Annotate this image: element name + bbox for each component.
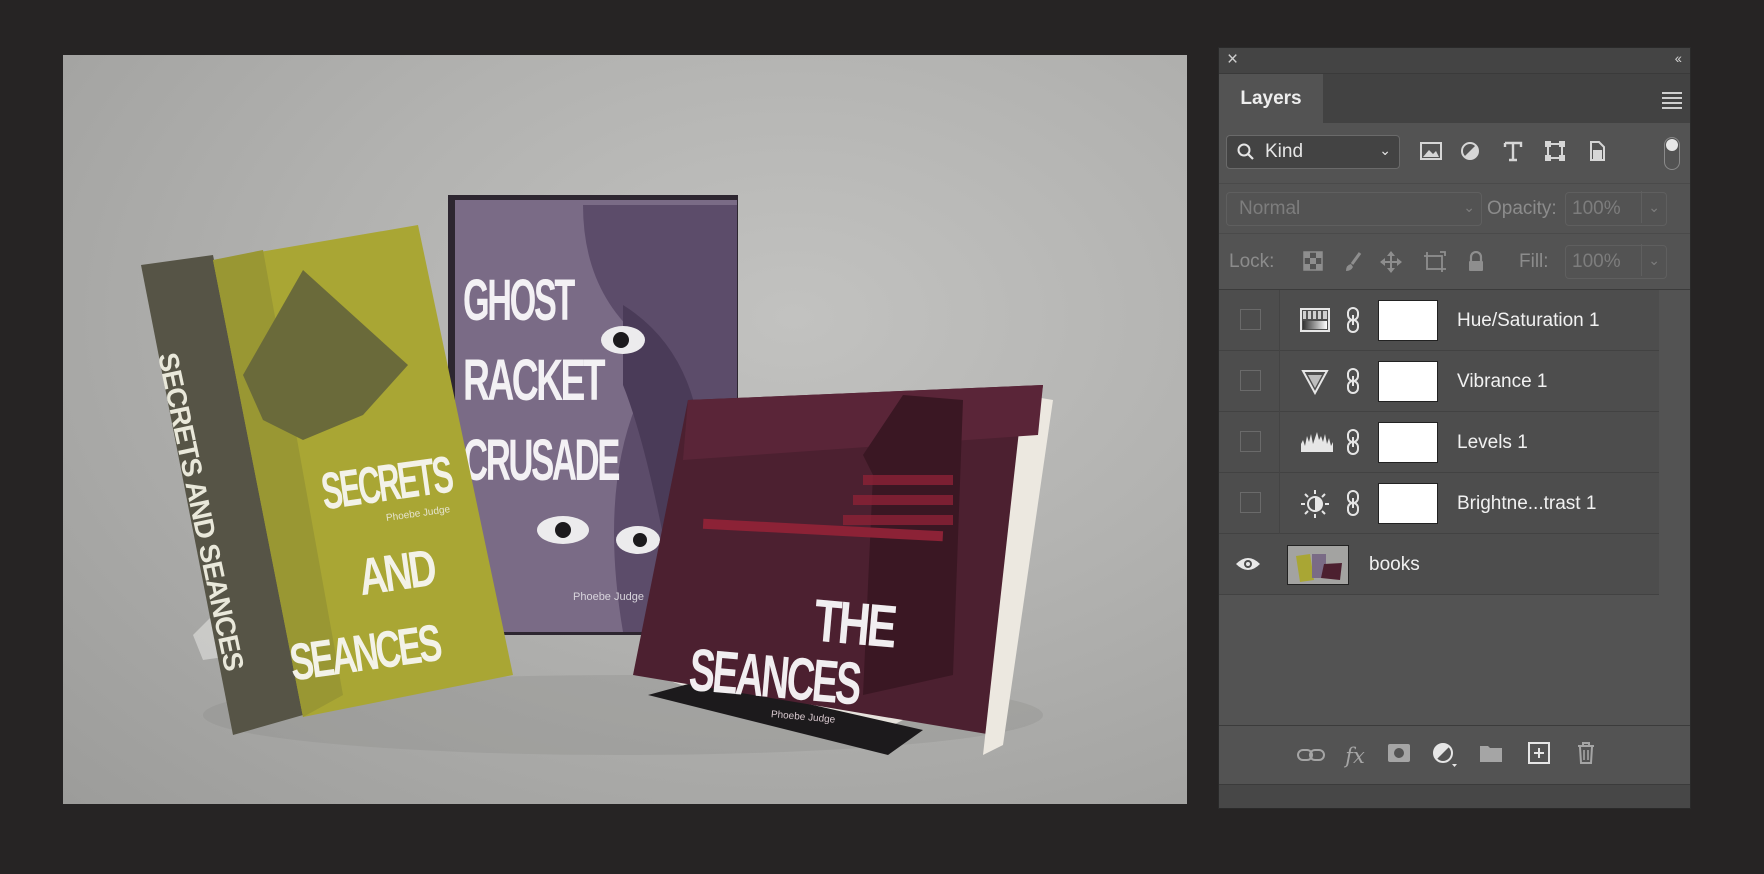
new-layer-icon[interactable] <box>1525 742 1553 770</box>
fill-label: Fill: <box>1519 251 1549 272</box>
lock-all-icon[interactable] <box>1464 250 1488 275</box>
fill-field[interactable]: 100% ⌄ <box>1565 244 1667 279</box>
chevron-down-icon: ⌄ <box>1379 142 1391 158</box>
layer-row-brightness-contrast[interactable]: Brightne...trast 1 <box>1219 473 1659 534</box>
blend-mode-select[interactable]: Normal ⌄ <box>1226 192 1482 226</box>
layer-filter-row: Kind ⌄ <box>1219 123 1690 183</box>
layer-row-hue-saturation[interactable]: Hue/Saturation 1 <box>1219 290 1659 351</box>
lock-pixels-icon[interactable] <box>1341 251 1365 275</box>
link-icon[interactable] <box>1345 367 1361 395</box>
filter-shape-icon[interactable] <box>1542 140 1568 166</box>
lock-row: Lock: Fill: 100% ⌄ <box>1219 233 1690 290</box>
chevron-down-icon: ⌄ <box>1641 244 1660 276</box>
layer-name[interactable]: books <box>1369 534 1420 595</box>
filter-smart-object-icon[interactable] <box>1584 140 1610 166</box>
book2-title-2: RACKET <box>463 348 605 413</box>
layers-bottom-bar: fx <box>1219 725 1690 786</box>
visibility-toggle[interactable] <box>1240 309 1261 330</box>
layer-list: Hue/Saturation 1 Vibrance 1 Levels 1 Bri… <box>1219 289 1690 726</box>
book2-author: Phoebe Judge <box>573 591 644 603</box>
hue-saturation-icon <box>1300 306 1330 334</box>
add-mask-icon[interactable] <box>1385 742 1413 770</box>
lock-position-icon[interactable] <box>1379 251 1403 275</box>
fill-value: 100% <box>1572 251 1621 272</box>
book2-title-3: CRUSADE <box>463 428 619 493</box>
filter-adjustment-icon[interactable] <box>1457 140 1483 166</box>
lock-label: Lock: <box>1229 251 1275 272</box>
collapse-panel-icon[interactable]: ‹‹ <box>1675 50 1682 66</box>
opacity-field[interactable]: 100% ⌄ <box>1565 191 1667 226</box>
eye-icon[interactable] <box>1235 556 1261 572</box>
vibrance-icon <box>1300 367 1330 396</box>
levels-icon <box>1300 428 1333 456</box>
layer-name[interactable]: Vibrance 1 <box>1457 351 1548 412</box>
filter-toggle[interactable] <box>1664 137 1680 170</box>
link-layers-icon[interactable] <box>1297 742 1325 770</box>
opacity-value: 100% <box>1572 198 1621 219</box>
layer-mask-thumbnail[interactable] <box>1378 483 1438 524</box>
lock-artboard-icon[interactable] <box>1423 251 1447 275</box>
trash-icon[interactable] <box>1572 742 1600 770</box>
blend-mode-value: Normal <box>1239 198 1301 219</box>
brightness-contrast-icon <box>1300 489 1330 518</box>
chevron-down-icon: ⌄ <box>1641 191 1660 223</box>
layer-mask-thumbnail[interactable] <box>1378 422 1438 463</box>
link-icon[interactable] <box>1345 489 1361 517</box>
filter-kind-select[interactable]: Kind ⌄ <box>1226 135 1400 169</box>
layer-row-levels[interactable]: Levels 1 <box>1219 412 1659 473</box>
layer-name[interactable]: Hue/Saturation 1 <box>1457 290 1600 351</box>
blend-row: Normal ⌄ Opacity: 100% ⌄ <box>1219 183 1690 234</box>
folder-icon[interactable] <box>1477 742 1505 770</box>
layer-name[interactable]: Brightne...trast 1 <box>1457 473 1596 534</box>
lock-transparent-icon[interactable] <box>1301 251 1325 275</box>
new-adjustment-icon[interactable] <box>1431 742 1459 770</box>
panel-tabbar: Layers <box>1219 74 1690 123</box>
layer-row-vibrance[interactable]: Vibrance 1 <box>1219 351 1659 412</box>
visibility-toggle[interactable] <box>1240 431 1261 452</box>
book2-title-1: GHOST <box>463 268 575 333</box>
opacity-label: Opacity: <box>1487 198 1557 219</box>
panel-header: × ‹‹ <box>1219 48 1690 74</box>
close-panel-icon[interactable]: × <box>1227 49 1238 71</box>
book1-title-2: AND <box>355 539 439 607</box>
panel-menu-icon[interactable] <box>1662 92 1682 112</box>
link-icon[interactable] <box>1345 306 1361 334</box>
books-photo: GHOST RACKET CRUSADE Phoebe Judge SECRET… <box>141 195 1053 755</box>
layer-row-books[interactable]: books <box>1219 534 1659 595</box>
fx-icon[interactable]: fx <box>1341 742 1369 770</box>
search-icon <box>1237 136 1255 179</box>
chevron-down-icon: ⌄ <box>1463 199 1475 215</box>
panel-resize-handle[interactable] <box>1219 784 1690 808</box>
tab-layers[interactable]: Layers <box>1219 74 1323 123</box>
book-the-seances: THE SEANCES Phoebe Judge <box>633 385 1053 755</box>
document-canvas[interactable]: GHOST RACKET CRUSADE Phoebe Judge SECRET… <box>63 55 1187 804</box>
layer-name[interactable]: Levels 1 <box>1457 412 1528 473</box>
visibility-toggle[interactable] <box>1240 370 1261 391</box>
layer-thumbnail[interactable] <box>1287 545 1349 585</box>
layers-panel: × ‹‹ Layers Kind ⌄ Normal ⌄ Opacity: 100… <box>1218 47 1691 809</box>
filter-type-icon[interactable] <box>1500 140 1526 166</box>
filter-kind-label: Kind <box>1265 141 1304 162</box>
layer-mask-thumbnail[interactable] <box>1378 300 1438 341</box>
link-icon[interactable] <box>1345 428 1361 456</box>
layer-mask-thumbnail[interactable] <box>1378 361 1438 402</box>
filter-pixel-icon[interactable] <box>1418 140 1444 166</box>
visibility-toggle[interactable] <box>1240 492 1261 513</box>
